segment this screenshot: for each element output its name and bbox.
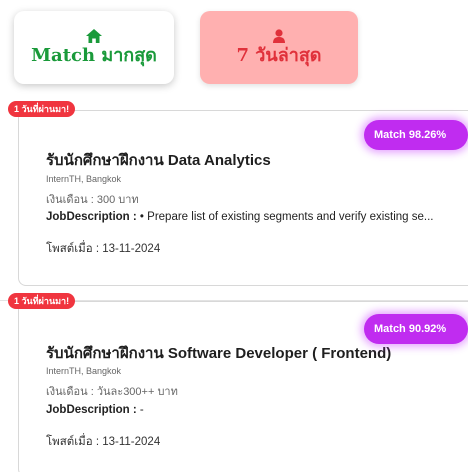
posted-date: โพสต์เมื่อ : 13-11-2024 — [46, 436, 161, 448]
description-label: JobDescription : — [46, 404, 137, 416]
job-title[interactable]: รับนักศึกษาฝึกงาน Software Developer ( F… — [46, 341, 391, 365]
salary: เงินเดือน : 300 บาท — [46, 194, 139, 206]
tab-match-label: Match มากสุด — [31, 44, 157, 66]
tab-recent-7-days[interactable]: 7 วันล่าสุด — [200, 11, 358, 84]
company-location: InternTH, Bangkok — [46, 366, 122, 376]
job-description: JobDescription : - — [46, 404, 446, 416]
company-location: InternTH, Bangkok — [46, 174, 122, 184]
salary: เงินเดือน : วันละ300++ บาท — [46, 386, 178, 398]
job-list-page: Match มากสุด 7 วันล่าสุด 1 วันที่ผ่านมา!… — [0, 0, 468, 472]
user-icon — [273, 28, 285, 43]
posted-age-badge: 1 วันที่ผ่านมา! — [8, 101, 76, 117]
posted-date: โพสต์เมื่อ : 13-11-2024 — [46, 243, 161, 255]
description-text: - — [136, 404, 144, 416]
tab-match-most[interactable]: Match มากสุด — [14, 11, 174, 84]
job-description: JobDescription : • Prepare list of exist… — [46, 211, 446, 223]
match-score-badge: Match 98.26% — [364, 120, 468, 150]
match-score-badge: Match 90.92% — [364, 314, 468, 344]
description-text: • Prepare list of existing segments and … — [136, 211, 434, 223]
tab-recent-label: 7 วันล่าสุด — [236, 44, 322, 66]
posted-age-badge: 1 วันที่ผ่านมา! — [8, 293, 76, 309]
job-title[interactable]: รับนักศึกษาฝึกงาน Data Analytics — [46, 148, 271, 172]
description-label: JobDescription : — [46, 211, 137, 223]
home-icon — [86, 28, 102, 43]
